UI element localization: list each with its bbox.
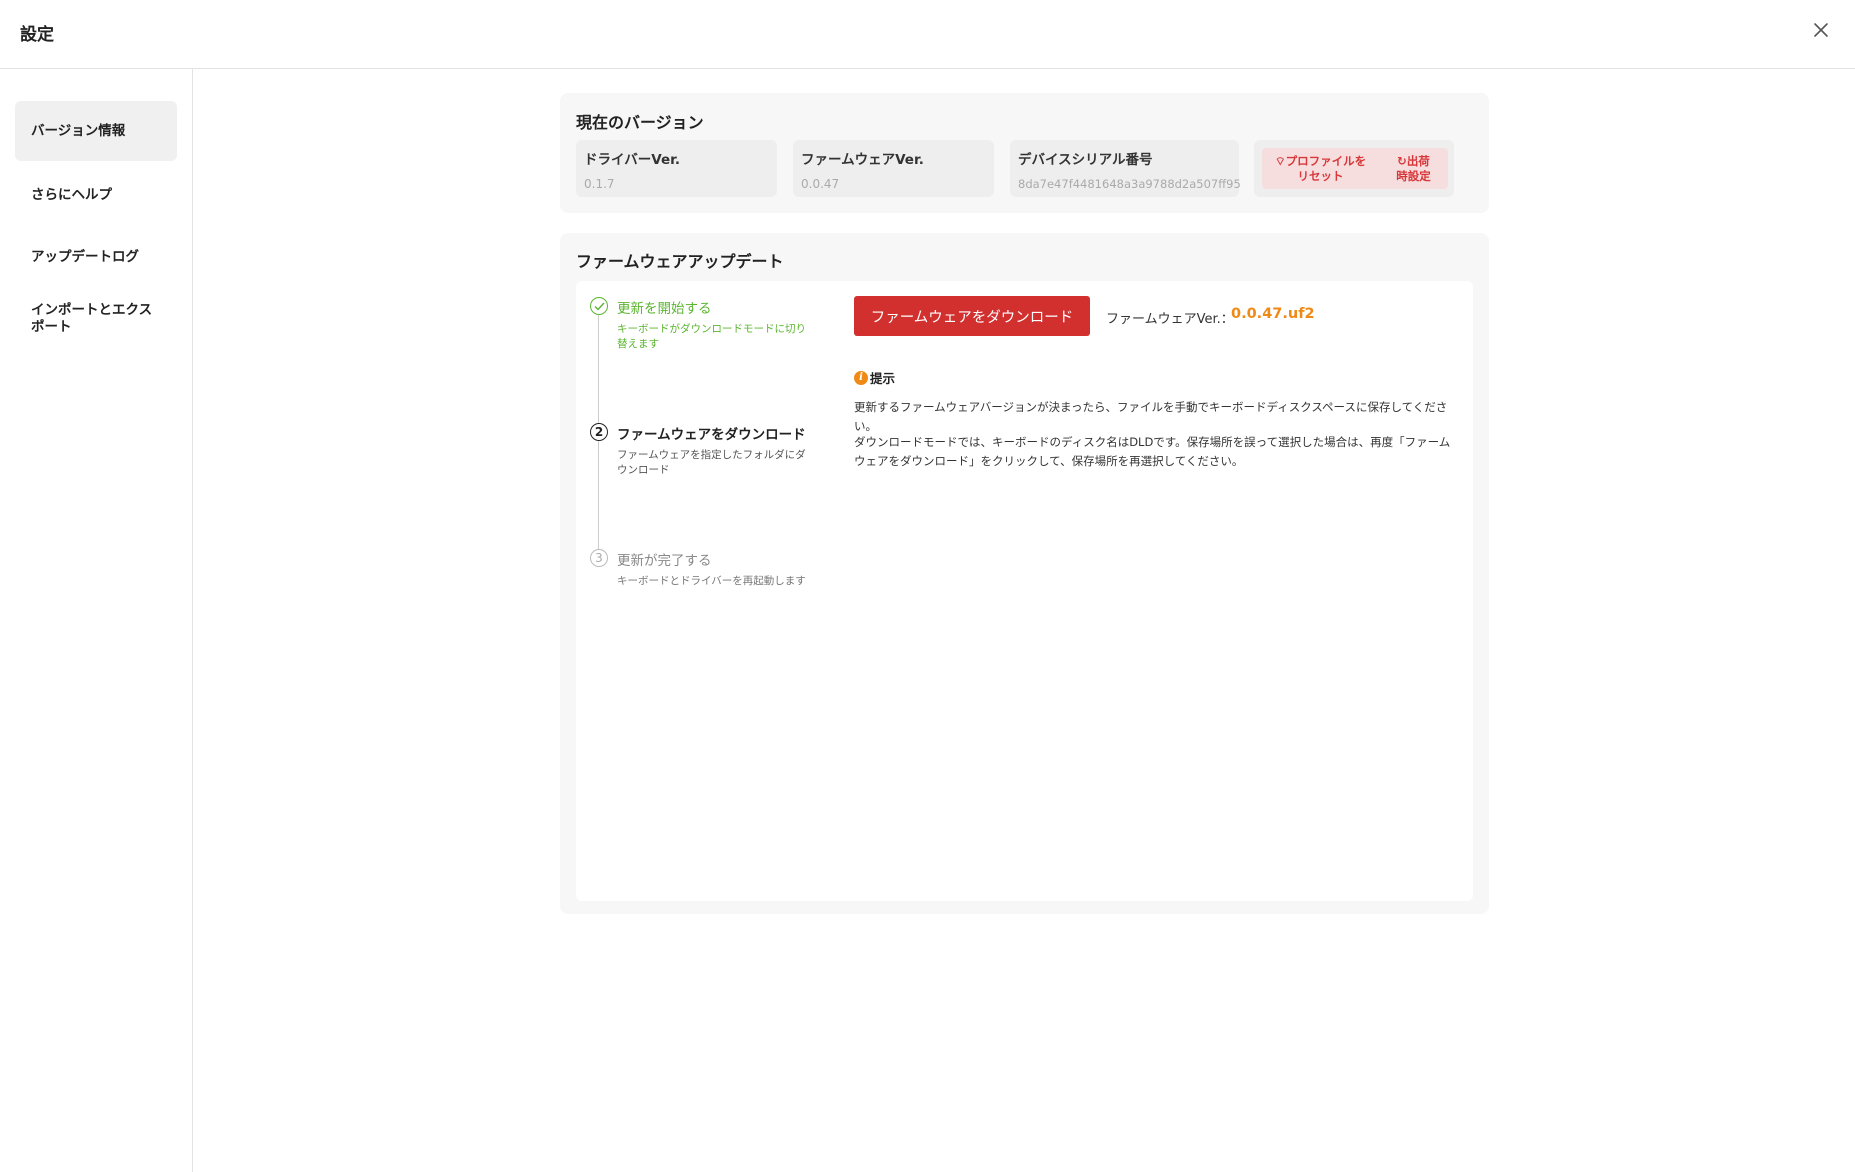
close-button[interactable] — [1807, 16, 1835, 44]
firmware-update-card: 更新を開始する キーボードがダウンロードモードに切り替えます 2 ファームウェア… — [576, 281, 1473, 901]
reset-actions-inner: ⌔プロファイルをリセット ↻出荷時設定 — [1262, 148, 1448, 189]
hint-paragraph: ダウンロードモードでは、キーボードのディスク名はDLDです。保存場所を誤って選択… — [854, 435, 1451, 468]
refresh-icon: ↻ — [1397, 153, 1407, 168]
sidebar-item-import-export[interactable]: インポートとエクスポート — [15, 297, 177, 341]
sidebar-item-update-log[interactable]: アップデートログ — [15, 239, 177, 275]
title-bar: 設定 — [0, 0, 1855, 69]
sidebar-item-label: インポートとエクスポート — [31, 302, 153, 335]
step-number: 3 — [590, 549, 608, 567]
firmware-file-label: ファームウェアVer.： — [1106, 312, 1234, 327]
sidebar-item-label: アップデートログ — [31, 248, 139, 265]
reset-profile-label: プロファイルをリセット — [1285, 153, 1367, 183]
info-icon: i — [854, 370, 868, 385]
current-version-panel: 現在のバージョン ドライバーVer. 0.1.7 ファームウェアVer. 0.0… — [560, 93, 1489, 213]
step-description: キーボードとドライバーを再起動します — [617, 575, 806, 587]
serial-number-label: デバイスシリアル番号 — [1018, 152, 1153, 168]
step-title: ファームウェアをダウンロード — [617, 427, 806, 443]
hint-title: 提示 — [870, 371, 896, 386]
factory-reset-button[interactable]: ↻出荷時設定 — [1392, 154, 1436, 184]
firmware-file-value: 0.0.47.uf2 — [1231, 306, 1315, 322]
firmware-version-value: 0.0.47 — [801, 177, 840, 191]
sidebar-item-label: さらにヘルプ — [31, 186, 112, 203]
reset-profile-button[interactable]: ⌔プロファイルをリセット — [1275, 154, 1367, 184]
hint-paragraph: 更新するファームウェアバージョンが決まったら、ファイルを手動でキーボードディスク… — [854, 400, 1448, 433]
firmware-version-card: ファームウェアVer. 0.0.47 — [793, 140, 994, 197]
sidebar-item-label: バージョン情報 — [31, 122, 126, 139]
driver-version-value: 0.1.7 — [584, 177, 615, 191]
driver-version-label: ドライバーVer. — [584, 152, 680, 168]
check-icon — [590, 297, 608, 315]
firmware-version-label: ファームウェアVer. — [801, 152, 924, 168]
step-description: キーボードがダウンロードモードに切り替えます — [617, 323, 806, 350]
main-content: 現在のバージョン ドライバーVer. 0.1.7 ファームウェアVer. 0.0… — [193, 69, 1855, 1172]
sidebar-item-version-info[interactable]: バージョン情報 — [15, 101, 177, 161]
reset-actions: ⌔プロファイルをリセット ↻出荷時設定 — [1254, 140, 1454, 197]
step-title: 更新が完了する — [617, 553, 712, 569]
sidebar-item-more-help[interactable]: さらにヘルプ — [15, 177, 177, 213]
step-title: 更新を開始する — [617, 301, 712, 317]
reset-profile-icon: ⌔ — [1274, 153, 1286, 168]
firmware-update-title: ファームウェアアップデート — [576, 252, 784, 271]
hint-header: i 提示 — [854, 368, 895, 387]
firmware-update-panel: ファームウェアアップデート 更新を開始する キーボードがダウンロードモードに切り… — [560, 233, 1489, 914]
step-description: ファームウェアを指定したフォルダにダウンロード — [617, 449, 806, 476]
download-firmware-button[interactable]: ファームウェアをダウンロード — [854, 296, 1090, 336]
page-title: 設定 — [20, 25, 54, 45]
step-number: 2 — [590, 423, 608, 441]
current-version-title: 現在のバージョン — [576, 113, 704, 132]
serial-number-value: 8da7e47f4481648a3a9788d2a507ff95 — [1018, 177, 1241, 191]
step-start-update: 更新を開始する キーボードがダウンロードモードに切り替えます — [590, 297, 815, 357]
driver-version-card: ドライバーVer. 0.1.7 — [576, 140, 777, 197]
step-download-firmware: 2 ファームウェアをダウンロード ファームウェアを指定したフォルダにダウンロード — [590, 423, 815, 483]
step-update-complete: 3 更新が完了する キーボードとドライバーを再起動します — [590, 549, 815, 609]
sidebar: バージョン情報 さらにヘルプ アップデートログ インポートとエクスポート — [0, 69, 193, 1172]
serial-number-card: デバイスシリアル番号 8da7e47f4481648a3a9788d2a507f… — [1010, 140, 1241, 197]
close-icon — [1814, 23, 1828, 37]
